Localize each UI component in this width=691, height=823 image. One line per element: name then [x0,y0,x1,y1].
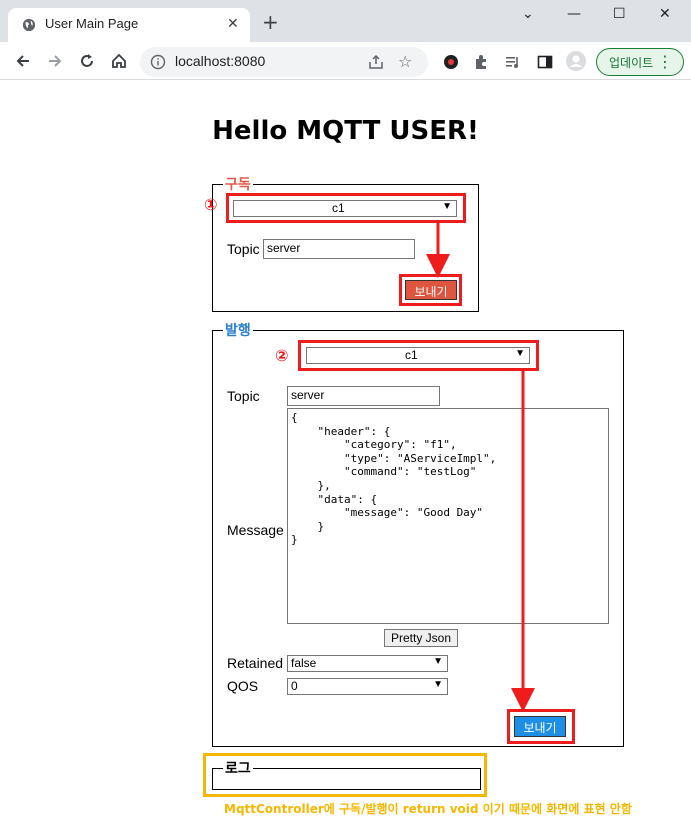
share-icon[interactable] [368,54,384,70]
forward-arrow-icon[interactable] [46,52,64,70]
extension-record-icon[interactable] [443,54,459,70]
tab-search-icon[interactable]: ⌄ [522,6,534,22]
log-annotation-note: MqttController에 구독/발행이 return void 이기 때문… [224,802,632,816]
publish-legend: 발행 [225,323,251,339]
globe-icon [22,18,36,32]
retained-label: Retained [227,655,284,671]
reload-icon[interactable] [78,52,96,70]
annotation-frame-publish-send [507,709,575,744]
home-icon[interactable] [110,52,128,70]
more-menu-icon[interactable]: ⋮ [657,52,673,71]
retained-value: false [291,656,317,670]
address-bar[interactable]: localhost:8080 ☆ [140,47,428,77]
annotation-frame-publish-select [298,340,539,371]
minimize-button[interactable]: — [567,6,581,22]
new-tab-button[interactable]: + [262,12,279,32]
log-legend: 로그 [225,761,251,777]
maximize-button[interactable]: ☐ [613,6,626,22]
qos-select[interactable]: 0 ▼ [287,678,448,695]
retained-select[interactable]: false ▼ [287,655,448,672]
side-panel-icon[interactable] [537,54,553,70]
annotation-frame-subscribe-select [226,193,466,223]
subscribe-topic-input[interactable]: server [263,239,415,259]
marker-2: ② [275,346,289,365]
qos-value: 0 [291,679,298,693]
back-arrow-icon[interactable] [14,52,32,70]
bookmark-star-icon[interactable]: ☆ [398,52,412,71]
marker-1: ① [204,195,218,214]
media-control-icon[interactable] [505,54,521,70]
url-text: localhost:8080 [175,53,266,69]
subscribe-topic-label: Topic [227,241,260,257]
extensions-puzzle-icon[interactable] [473,54,489,70]
pretty-json-button[interactable]: Pretty Json [384,629,458,647]
log-fieldset: 로그 [212,758,481,790]
publish-topic-input[interactable]: server [287,386,440,406]
browser-titlebar: User Main Page ✕ + ⌄ — ☐ ✕ [0,0,691,42]
browser-toolbar: localhost:8080 ☆ 업데이트 ⋮ [0,42,691,80]
tab-title: User Main Page [45,16,139,31]
page-title: Hello MQTT USER! [212,116,479,146]
close-tab-icon[interactable]: ✕ [227,16,239,32]
site-info-icon[interactable] [150,54,166,70]
qos-label: QOS [227,678,259,694]
annotation-frame-subscribe-send [399,274,462,306]
update-label: 업데이트 [609,56,654,70]
chevron-down-icon: ▼ [433,679,443,690]
close-window-button[interactable]: ✕ [659,6,671,22]
browser-tab[interactable]: User Main Page ✕ [8,8,250,42]
publish-topic-label: Topic [227,388,260,404]
subscribe-legend: 구독 [225,177,251,193]
publish-message-textarea[interactable]: { "header": { "category": "f1", "type": … [287,408,609,624]
publish-message-label: Message [227,522,284,538]
chevron-down-icon: ▼ [433,656,443,667]
profile-avatar-icon[interactable] [566,51,586,71]
update-button[interactable]: 업데이트 ⋮ [596,48,684,76]
